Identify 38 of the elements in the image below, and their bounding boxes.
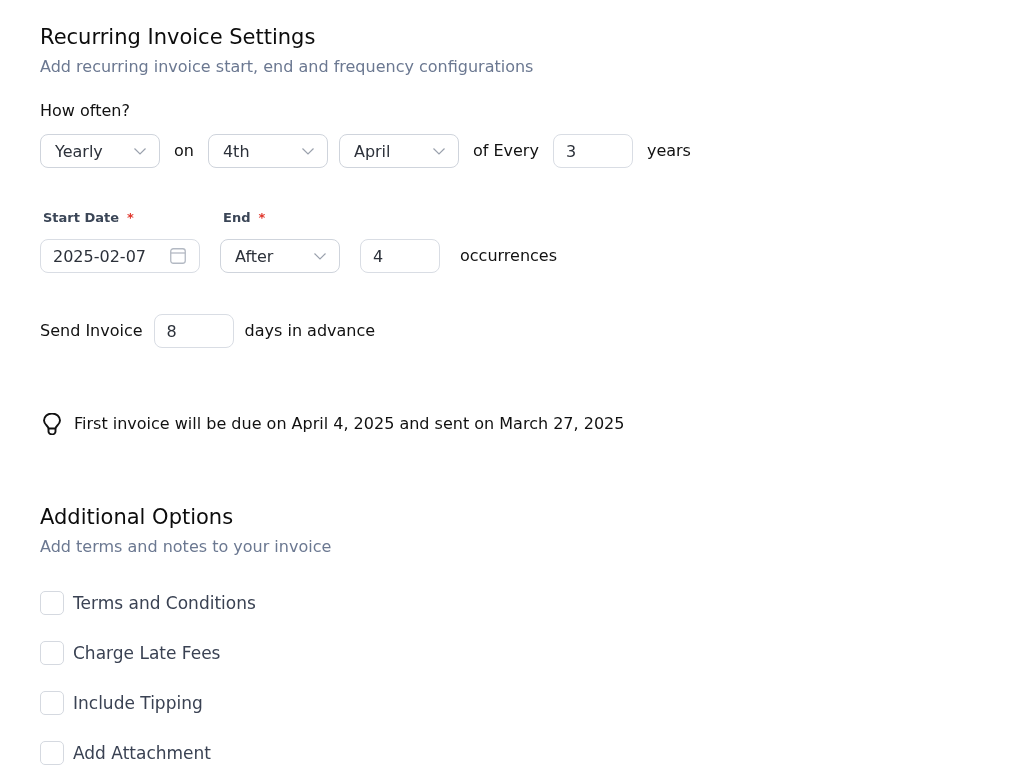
checkbox-label: Terms and Conditions [73,592,256,615]
dropdown[interactable]: After [220,239,340,273]
date-field[interactable]: 2025-02-07 [40,239,200,273]
section-title: Recurring Invoice Settings [40,24,316,50]
checkbox-label: Charge Late Fees [73,642,221,665]
field-label: Start Date [43,209,120,227]
inline-text: of Every [471,140,540,162]
required-mark: * [127,209,134,227]
number-field[interactable]: 3 [552,134,633,168]
checkbox[interactable] [40,591,64,615]
field-label: End [223,209,251,227]
field-label: How often? [40,101,130,121]
chevron-down-icon [301,147,314,155]
calendar-icon [170,248,186,264]
lightbulb-icon [43,413,61,435]
section-title: Additional Options [40,504,234,530]
hint-text: First invoice will be due on April 4, 2025 and sent on March 27, 2025 [74,413,625,435]
chevron-down-icon [314,252,326,260]
checkbox[interactable] [40,641,64,665]
chevron-down-icon [134,147,146,155]
inline-text: on [173,140,195,162]
checkbox-label: Add Attachment [73,742,211,765]
inline-text: years [645,140,692,162]
checkbox-label: Include Tipping [73,692,203,715]
chevron-down-icon [432,147,445,155]
required-mark: * [258,209,266,227]
section-subtitle: Add terms and notes to your invoice [40,537,332,557]
dropdown[interactable]: Yearly [40,134,160,168]
section-subtitle: Add recurring invoice start, end and frequency configurations [40,57,534,77]
inline-text: days in advance [244,320,376,342]
checkbox[interactable] [40,741,64,765]
checkbox[interactable] [40,691,64,715]
number-field[interactable]: 4 [360,239,440,273]
inline-text: occurrences [460,245,557,267]
dropdown[interactable]: April [338,134,459,168]
number-field[interactable]: 8 [153,314,234,348]
dropdown[interactable]: 4th [207,134,328,168]
inline-text: Send Invoice [40,320,143,342]
